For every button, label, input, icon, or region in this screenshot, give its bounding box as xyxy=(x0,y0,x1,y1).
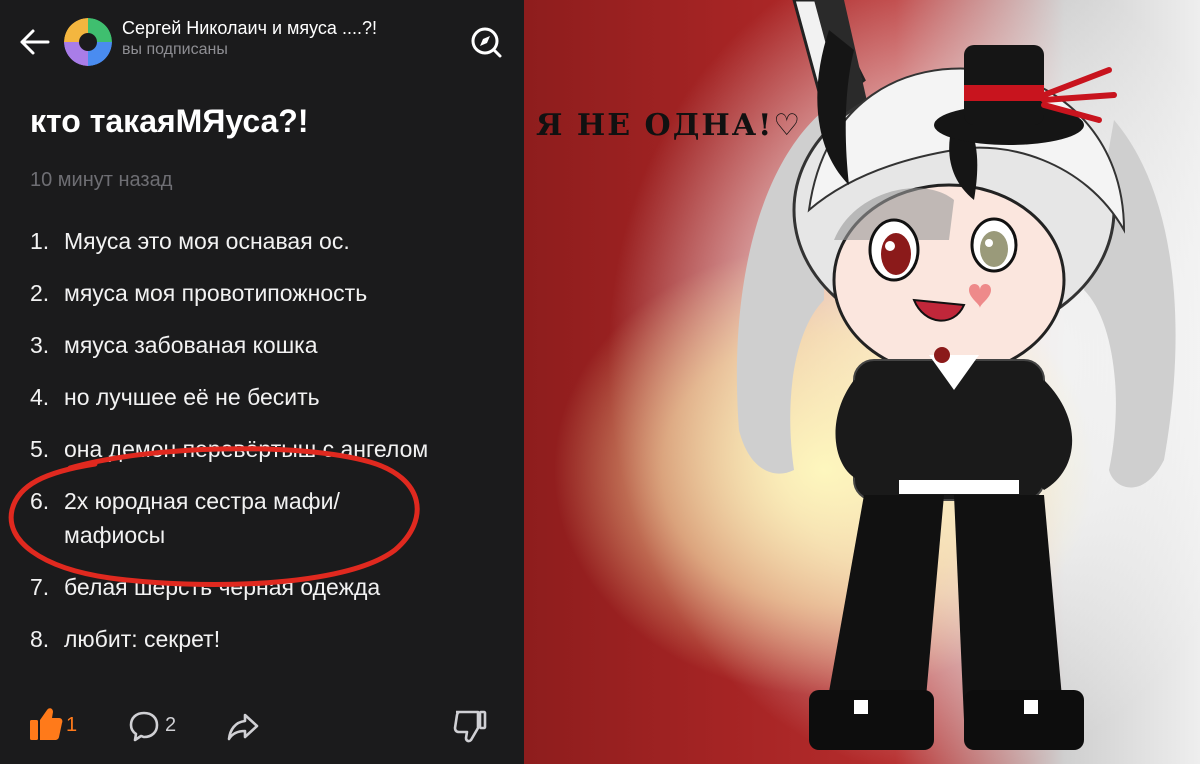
list-number: 3. xyxy=(30,332,50,358)
channel-avatar[interactable] xyxy=(64,18,112,66)
list-number: 1. xyxy=(30,228,50,254)
list-item: 3. мяуса забованая кошка xyxy=(30,328,520,362)
list-item: 4. но лучшее её не бесить xyxy=(30,380,520,414)
list-item: 2. мяуса моя провотипожность xyxy=(30,276,520,310)
list-text: белая шерсть черная одежда xyxy=(64,574,381,600)
list-number: 5. xyxy=(30,436,50,462)
action-bar: 1 2 xyxy=(0,700,524,750)
character-illustration: Я НЕ ОДНА!♡ xyxy=(524,0,1200,764)
list-number: 7. xyxy=(30,574,50,600)
list-text: мяуса моя провотипожность xyxy=(64,280,368,306)
compass-icon[interactable] xyxy=(468,24,504,60)
publish-time: 10 минут назад xyxy=(30,169,173,191)
share-arrow-icon[interactable] xyxy=(225,708,261,744)
list-number: 6. xyxy=(30,488,50,514)
top-bar: Сергей Николаич и мяуса ....?! вы подпис… xyxy=(0,0,524,86)
comment-count: 2 xyxy=(165,714,177,736)
list-item: 6. 2х юродная сестра мафи/мафиосы xyxy=(30,484,520,552)
list-item: 7. белая шерсть черная одежда xyxy=(30,570,520,604)
comment-bubble-icon[interactable] xyxy=(128,708,188,744)
list-text-continuation: мафиосы xyxy=(64,522,166,548)
like-count: 1 xyxy=(66,714,78,736)
list-number: 2. xyxy=(30,280,50,306)
article-panel: Сергей Николаич и мяуса ....?! вы подпис… xyxy=(0,0,524,764)
list-item: 8. любит: секрет! xyxy=(30,622,520,656)
list-item: 5. она демон перевёртыш с ангелом xyxy=(30,432,520,466)
character-drawing xyxy=(736,0,1176,750)
list-text: но лучшее её не бесить xyxy=(64,384,320,410)
list-text: мяуса забованая кошка xyxy=(64,332,318,358)
channel-name[interactable]: Сергей Николаич и мяуса ....?! xyxy=(122,18,442,39)
list-text: Мяуса это моя оснавая ос. xyxy=(64,228,350,254)
list-text: любит: секрет! xyxy=(64,626,221,652)
article-list: 1. Мяуса это моя оснавая ос. 2. мяуса моя … xyxy=(30,224,520,674)
list-text: она демон перевёртыш с ангелом xyxy=(64,436,429,462)
arrow-left-icon[interactable] xyxy=(16,24,52,60)
list-number: 8. xyxy=(30,626,50,652)
list-item: 1. Мяуса это моя оснавая ос. xyxy=(30,224,520,258)
list-number: 4. xyxy=(30,384,50,410)
subscription-status: вы подписаны xyxy=(122,41,228,58)
thumbs-up-icon[interactable] xyxy=(28,706,88,744)
thumbs-down-icon[interactable] xyxy=(452,708,488,744)
list-text: 2х юродная сестра мафи/ xyxy=(64,488,340,514)
article-title: кто такаяМЯуса?! xyxy=(30,103,309,139)
